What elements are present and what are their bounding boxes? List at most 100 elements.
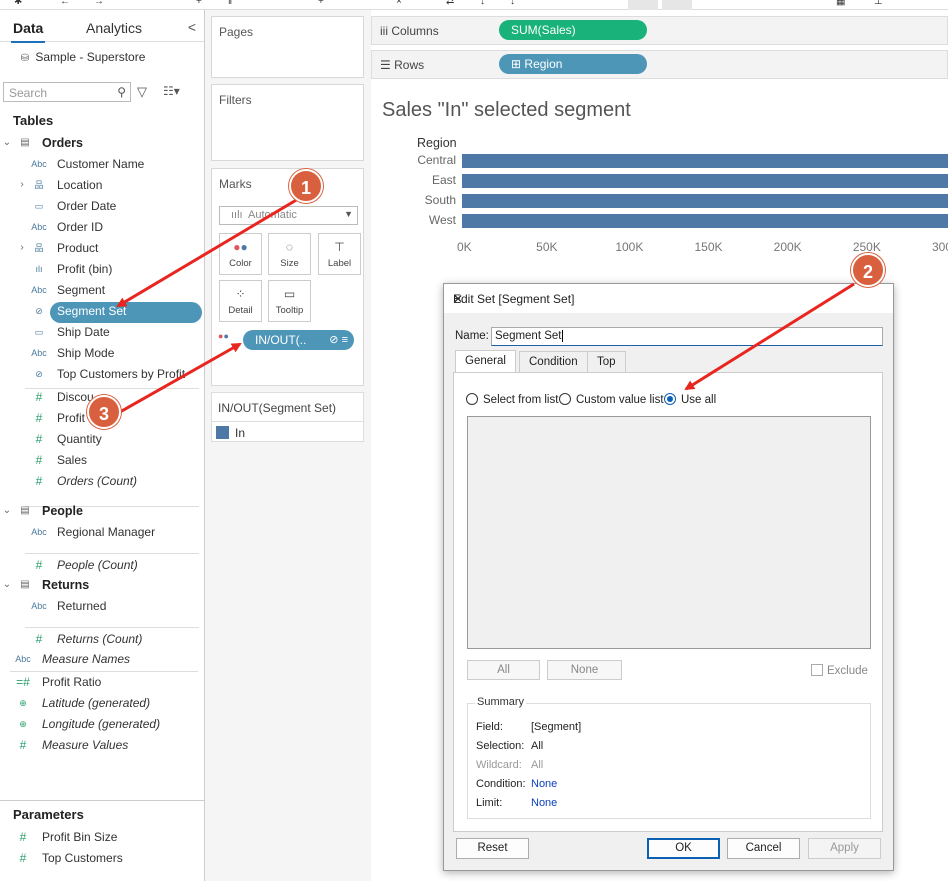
tooltip-button[interactable]: ▭ Tooltip bbox=[268, 280, 311, 322]
field-segment[interactable]: Abc Segment bbox=[0, 280, 200, 300]
x-tick-label: 150K bbox=[694, 240, 723, 254]
field-returned[interactable]: Abc Returned bbox=[0, 596, 200, 616]
bar-east[interactable] bbox=[462, 174, 948, 188]
field-regional-manager[interactable]: Abc Regional Manager bbox=[0, 522, 200, 542]
search-icon: ⚲ bbox=[117, 85, 126, 99]
table-icon: ▤ bbox=[20, 137, 30, 148]
field-measure-values[interactable]: # Measure Values bbox=[0, 735, 200, 755]
field-profit-bin[interactable]: ılı Profit (bin) bbox=[0, 259, 200, 279]
field-orders-count[interactable]: # Orders (Count) bbox=[0, 471, 200, 491]
detail-button[interactable]: ⁘ Detail bbox=[219, 280, 262, 322]
datasource-item[interactable]: ⛁ Sample - Superstore bbox=[18, 50, 146, 64]
summary-limit-value[interactable]: None bbox=[531, 797, 557, 809]
pages-title: Pages bbox=[219, 25, 254, 39]
sort-asc-icon[interactable]: ↓ bbox=[480, 0, 494, 8]
tab-general[interactable]: General bbox=[455, 350, 516, 372]
region-pill[interactable]: ⊞ Region bbox=[499, 54, 647, 74]
field-location[interactable]: › 品 Location bbox=[0, 175, 200, 195]
pause-icon[interactable]: ‖ bbox=[228, 0, 242, 8]
highlight-toggle[interactable] bbox=[628, 0, 658, 10]
radio-use-all[interactable]: Use all bbox=[664, 393, 716, 406]
group-toggle[interactable] bbox=[662, 0, 692, 10]
expand-icon[interactable]: › bbox=[15, 238, 29, 258]
label-label: Label bbox=[327, 258, 352, 269]
rows-label: ☰ Rows bbox=[380, 58, 424, 72]
field-sales[interactable]: # Sales bbox=[0, 450, 200, 470]
tab-top[interactable]: Top bbox=[587, 351, 626, 372]
show-me-icon[interactable]: ▦ bbox=[836, 0, 850, 8]
field-profit-ratio[interactable]: =# Profit Ratio bbox=[0, 672, 200, 692]
none-button: None bbox=[547, 660, 622, 680]
summary-condition-value[interactable]: None bbox=[531, 778, 557, 790]
field-order-id[interactable]: Abc Order ID bbox=[0, 217, 200, 237]
label-button[interactable]: ⊤ Label bbox=[318, 233, 361, 275]
field-measure-names[interactable]: Abc Measure Names bbox=[0, 649, 200, 669]
mark-type-dropdown[interactable]: ıılı Automatic ▼ bbox=[219, 206, 358, 225]
swap-icon[interactable]: ⇄ bbox=[446, 0, 460, 8]
pages-shelf[interactable]: Pages bbox=[211, 16, 364, 78]
group-orders[interactable]: ⌄ ▤ Orders bbox=[0, 133, 200, 153]
view-options-icon[interactable]: ☷▾ bbox=[163, 84, 180, 98]
field-returns-count[interactable]: # Returns (Count) bbox=[0, 629, 200, 649]
param-profit-bin-size[interactable]: # Profit Bin Size bbox=[0, 827, 200, 847]
cancel-button[interactable]: Cancel bbox=[727, 838, 800, 859]
search-input[interactable]: Search ⚲ bbox=[3, 82, 131, 102]
summary-selection-value: All bbox=[531, 740, 544, 752]
forward-icon[interactable]: → bbox=[94, 0, 108, 8]
bar-central[interactable] bbox=[462, 154, 948, 168]
edit-set-dialog: Edit Set [Segment Set] ✕ Name: Segment S… bbox=[443, 283, 894, 871]
reset-button[interactable]: Reset bbox=[456, 838, 529, 859]
color-button[interactable]: ●● Color bbox=[219, 233, 262, 275]
field-ship-mode[interactable]: Abc Ship Mode bbox=[0, 343, 200, 363]
bar-south[interactable] bbox=[462, 194, 948, 208]
radio-circle bbox=[559, 393, 571, 405]
parameters-heading: Parameters bbox=[13, 807, 84, 822]
group-returns[interactable]: ⌄ ▤ Returns bbox=[0, 575, 200, 595]
tab-data[interactable]: Data bbox=[10, 20, 46, 43]
close-icon[interactable]: ✕ bbox=[453, 292, 885, 306]
mark-type-value: Automatic bbox=[248, 209, 297, 221]
expand-icon[interactable]: › bbox=[15, 175, 29, 195]
field-latitude[interactable]: ⊕ Latitude (generated) bbox=[0, 693, 200, 713]
legend-item-in[interactable]: In bbox=[235, 426, 245, 440]
field-longitude[interactable]: ⊕ Longitude (generated) bbox=[0, 714, 200, 734]
clear-sheet-icon[interactable]: × bbox=[396, 0, 410, 8]
field-product[interactable]: › 品 Product bbox=[0, 238, 200, 258]
in-out-pill[interactable]: IN/OUT(.. ⊘ ≡ bbox=[243, 330, 354, 350]
field-ship-date[interactable]: ▭ Ship Date bbox=[0, 322, 200, 342]
name-field[interactable]: Segment Set bbox=[491, 327, 883, 346]
field-segment-set[interactable]: ⊘ Segment Set bbox=[0, 301, 200, 321]
string-icon: Abc bbox=[31, 348, 47, 358]
rows-shelf[interactable]: ☰ Rows ⊞ Region bbox=[371, 50, 948, 79]
tab-condition[interactable]: Condition bbox=[519, 351, 588, 372]
group-people[interactable]: ⌄ ▤ People bbox=[0, 501, 200, 521]
filter-icon[interactable]: ▽ bbox=[137, 84, 147, 100]
field-order-date[interactable]: ▭ Order Date bbox=[0, 196, 200, 216]
sort-desc-icon[interactable]: ↓ bbox=[510, 0, 524, 8]
field-customer-name[interactable]: Abc Customer Name bbox=[0, 154, 200, 174]
radio-select-from-list[interactable]: Select from list bbox=[466, 393, 558, 406]
field-top-customers-by-profit[interactable]: ⊘ Top Customers by Profit bbox=[0, 364, 200, 384]
filters-shelf[interactable]: Filters bbox=[211, 84, 364, 161]
back-icon[interactable]: ← bbox=[60, 0, 74, 8]
ok-button[interactable]: OK bbox=[647, 838, 720, 859]
radio-custom-value-list[interactable]: Custom value list bbox=[559, 393, 664, 406]
color-legend: IN/OUT(Segment Set) In bbox=[211, 392, 364, 442]
param-top-customers[interactable]: # Top Customers bbox=[0, 848, 200, 868]
size-icon: ◌ bbox=[285, 240, 294, 254]
globe-icon: ⊕ bbox=[19, 698, 27, 708]
size-button[interactable]: ◌ Size bbox=[268, 233, 311, 275]
radio-circle bbox=[466, 393, 478, 405]
sum-sales-pill[interactable]: SUM(Sales) bbox=[499, 20, 647, 40]
view-title: Sales "In" selected segment bbox=[382, 99, 631, 121]
bar-west[interactable] bbox=[462, 214, 948, 228]
field-quantity[interactable]: # Quantity bbox=[0, 429, 200, 449]
collapse-pane-icon[interactable]: < bbox=[188, 19, 196, 35]
new-sheet-icon[interactable]: + bbox=[318, 0, 332, 8]
columns-shelf[interactable]: iii Columns SUM(Sales) bbox=[371, 16, 948, 45]
annotation-badge-1: 1 bbox=[289, 169, 323, 203]
new-datasource-icon[interactable]: + bbox=[196, 0, 210, 8]
field-people-count[interactable]: # People (Count) bbox=[0, 555, 200, 575]
tab-analytics[interactable]: Analytics bbox=[86, 20, 142, 36]
presentation-icon[interactable]: ⊥ bbox=[874, 0, 888, 8]
